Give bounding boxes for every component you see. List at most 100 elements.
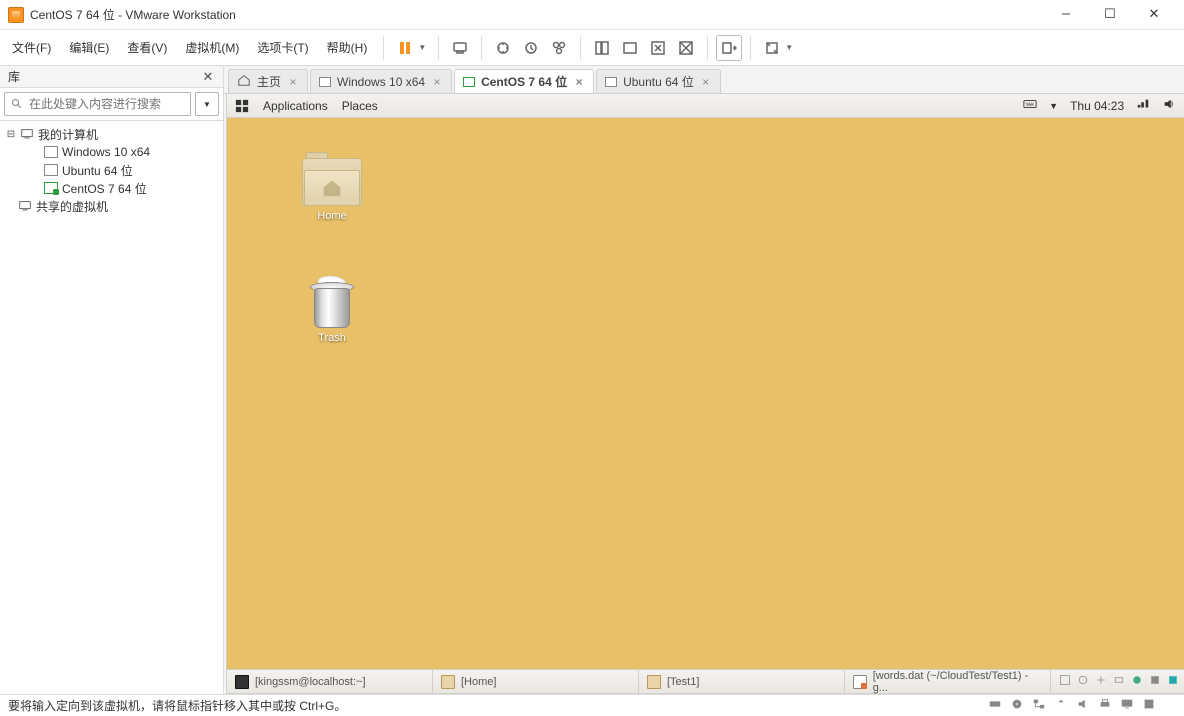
desktop-home-label: Home bbox=[317, 210, 346, 222]
snapshot-revert-button[interactable] bbox=[518, 35, 544, 61]
home-icon bbox=[237, 73, 251, 90]
tree-vm-windows[interactable]: Windows 10 x64 bbox=[0, 143, 223, 161]
vm-icon bbox=[44, 146, 58, 158]
tab-close-icon[interactable]: × bbox=[573, 76, 585, 88]
menu-file[interactable]: 文件(F) bbox=[4, 35, 59, 60]
maximize-button[interactable]: ☐ bbox=[1088, 1, 1132, 29]
task-terminal-label: [kingssm@localhost:~] bbox=[255, 676, 366, 688]
device-floppy-icon[interactable] bbox=[1142, 697, 1156, 714]
task-terminal[interactable]: [kingssm@localhost:~] bbox=[227, 670, 433, 693]
send-ctrl-alt-del-button[interactable] bbox=[447, 35, 473, 61]
device-usb-icon[interactable] bbox=[1054, 697, 1068, 714]
tab-windows-label: Windows 10 x64 bbox=[337, 75, 425, 89]
tab-close-icon[interactable]: × bbox=[700, 76, 712, 88]
gnome-keyboard-icon[interactable] bbox=[1023, 97, 1037, 114]
gnome-applications[interactable]: Applications bbox=[263, 99, 328, 113]
folder-icon bbox=[441, 675, 455, 689]
device-printer-icon[interactable] bbox=[1098, 697, 1112, 714]
view-console-button[interactable] bbox=[617, 35, 643, 61]
tray-icon[interactable] bbox=[1167, 674, 1179, 689]
search-input[interactable] bbox=[29, 97, 184, 111]
vm-icon bbox=[44, 164, 58, 176]
task-gedit[interactable]: [words.dat (~/CloudTest/Test1) - g... bbox=[845, 670, 1051, 693]
library-panel: 库 ✕ ▼ ⊟ 我的计算机 Windows 10 x64 Ubuntu 64 位 bbox=[0, 66, 224, 694]
menu-view[interactable]: 查看(V) bbox=[119, 35, 175, 60]
gnome-clock[interactable]: Thu 04:23 bbox=[1070, 99, 1124, 113]
device-cd-icon[interactable] bbox=[1010, 697, 1024, 714]
pause-button[interactable] bbox=[392, 35, 418, 61]
gnome-places[interactable]: Places bbox=[342, 99, 378, 113]
close-button[interactable]: ✕ bbox=[1132, 1, 1176, 29]
menu-edit[interactable]: 编辑(E) bbox=[61, 35, 117, 60]
tab-close-icon[interactable]: × bbox=[287, 76, 299, 88]
stretch-button[interactable] bbox=[759, 35, 785, 61]
view-unity-button[interactable] bbox=[673, 35, 699, 61]
tree-vm-ubuntu-label: Ubuntu 64 位 bbox=[62, 162, 133, 179]
enter-vm-button[interactable] bbox=[716, 35, 742, 61]
view-fullscreen-button[interactable] bbox=[645, 35, 671, 61]
tab-ubuntu-label: Ubuntu 64 位 bbox=[623, 73, 694, 90]
network-icon[interactable] bbox=[1136, 97, 1150, 114]
tree-my-computer-label: 我的计算机 bbox=[38, 126, 98, 143]
desktop-home-folder[interactable]: Home bbox=[287, 158, 377, 222]
gnome-keyboard-dropdown[interactable]: ▼ bbox=[1049, 101, 1058, 111]
gnome-desktop[interactable]: Home Trash bbox=[227, 118, 1184, 669]
snapshot-manager-button[interactable] bbox=[546, 35, 572, 61]
tree-my-computer[interactable]: ⊟ 我的计算机 bbox=[0, 125, 223, 143]
device-hdd-icon[interactable] bbox=[988, 697, 1002, 714]
task-gedit-label: [words.dat (~/CloudTest/Test1) - g... bbox=[873, 670, 1042, 694]
task-home[interactable]: [Home] bbox=[433, 670, 639, 693]
volume-icon[interactable] bbox=[1162, 97, 1176, 114]
device-network-icon[interactable] bbox=[1032, 697, 1046, 714]
tab-bar: 主页 × Windows 10 x64 × CentOS 7 64 位 × Ub… bbox=[224, 66, 1184, 94]
tab-home[interactable]: 主页 × bbox=[228, 69, 308, 93]
gedit-icon bbox=[853, 675, 867, 689]
desktop-trash-label: Trash bbox=[318, 332, 346, 344]
device-display-icon[interactable] bbox=[1120, 697, 1134, 714]
search-input-wrap[interactable] bbox=[4, 92, 191, 116]
gnome-activities-icon[interactable] bbox=[235, 99, 249, 113]
view-single-button[interactable] bbox=[589, 35, 615, 61]
tab-close-icon[interactable]: × bbox=[431, 76, 443, 88]
stretch-dropdown[interactable]: ▼ bbox=[785, 43, 793, 52]
tree-vm-centos-label: CentOS 7 64 位 bbox=[62, 180, 147, 197]
menubar: 文件(F) 编辑(E) 查看(V) 虚拟机(M) 选项卡(T) 帮助(H) ▼ … bbox=[0, 30, 1184, 66]
task-test1-label: [Test1] bbox=[667, 676, 699, 688]
tray-icon[interactable] bbox=[1113, 674, 1125, 689]
tray-icon[interactable] bbox=[1131, 674, 1143, 689]
computer-icon bbox=[20, 127, 34, 141]
tree-vm-centos[interactable]: CentOS 7 64 位 bbox=[0, 179, 223, 197]
snapshot-button[interactable] bbox=[490, 35, 516, 61]
titlebar: CentOS 7 64 位 - VMware Workstation ─ ☐ ✕ bbox=[0, 0, 1184, 30]
task-test1[interactable]: [Test1] bbox=[639, 670, 845, 693]
task-home-label: [Home] bbox=[461, 676, 496, 688]
tree-vm-ubuntu[interactable]: Ubuntu 64 位 bbox=[0, 161, 223, 179]
library-title: 库 bbox=[8, 68, 20, 85]
tab-windows[interactable]: Windows 10 x64 × bbox=[310, 69, 452, 93]
library-header: 库 ✕ bbox=[0, 66, 223, 88]
window-title: CentOS 7 64 位 - VMware Workstation bbox=[30, 6, 1044, 23]
tree-shared-label: 共享的虚拟机 bbox=[36, 198, 108, 215]
menu-help[interactable]: 帮助(H) bbox=[319, 35, 376, 60]
tray-icon[interactable] bbox=[1059, 674, 1071, 689]
tab-ubuntu[interactable]: Ubuntu 64 位 × bbox=[596, 69, 721, 93]
menu-vm[interactable]: 虚拟机(M) bbox=[177, 35, 247, 60]
tray-icon[interactable] bbox=[1077, 674, 1089, 689]
menu-tabs[interactable]: 选项卡(T) bbox=[249, 35, 316, 60]
tray-icon[interactable] bbox=[1095, 674, 1107, 689]
tray-icon[interactable] bbox=[1149, 674, 1161, 689]
vm-running-icon bbox=[463, 77, 475, 87]
device-sound-icon[interactable] bbox=[1076, 697, 1090, 714]
minimize-button[interactable]: ─ bbox=[1044, 1, 1088, 29]
search-icon bbox=[11, 98, 23, 110]
pause-dropdown[interactable]: ▼ bbox=[418, 43, 426, 52]
vm-tree: ⊟ 我的计算机 Windows 10 x64 Ubuntu 64 位 CentO… bbox=[0, 121, 223, 694]
tree-shared[interactable]: 共享的虚拟机 bbox=[0, 197, 223, 215]
library-close-button[interactable]: ✕ bbox=[201, 70, 215, 84]
desktop-trash[interactable]: Trash bbox=[287, 278, 377, 344]
computer-icon bbox=[18, 199, 32, 213]
home-folder-icon bbox=[302, 158, 362, 206]
tab-centos[interactable]: CentOS 7 64 位 × bbox=[454, 69, 594, 93]
search-dropdown[interactable]: ▼ bbox=[195, 92, 219, 116]
guest-display[interactable]: Applications Places ▼ Thu 04:23 bbox=[226, 94, 1184, 694]
